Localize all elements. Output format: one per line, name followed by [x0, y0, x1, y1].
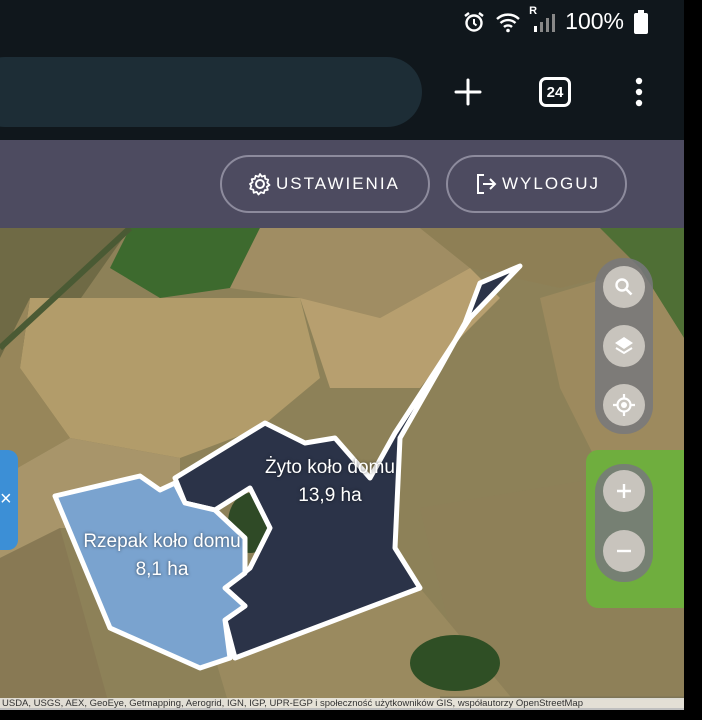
map-attribution: USDA, USGS, AEX, GeoEye, Getmapping, Aer…	[0, 698, 684, 710]
status-icons: R 100%	[463, 5, 648, 35]
close-icon: ×	[0, 488, 12, 510]
satellite-map[interactable]: Żyto koło domu 13,9 ha Rzepak koło domu …	[0, 228, 684, 708]
battery-icon	[634, 9, 648, 34]
settings-button[interactable]: USTAWIENIA	[220, 155, 430, 213]
battery-percentage: 100%	[565, 8, 624, 34]
zoom-in-button[interactable]	[603, 470, 645, 512]
zoom-in-icon	[617, 484, 631, 498]
locate-button[interactable]	[603, 384, 645, 426]
signal-icon: R	[529, 5, 556, 33]
field-area: 8,1 ha	[135, 559, 189, 580]
logout-label: WYLOGUJ	[502, 174, 601, 193]
screen-edge	[684, 0, 702, 720]
zoom-out-icon	[617, 549, 631, 553]
field-label-rzepak[interactable]: Rzepak koło domu 8,1 ha	[62, 528, 262, 584]
address-bar[interactable]	[0, 57, 422, 127]
menu-button[interactable]	[611, 64, 667, 120]
field-label-zyto[interactable]: Żyto koło domu 13,9 ha	[240, 454, 420, 510]
locate-icon	[613, 394, 635, 416]
gear-icon	[249, 173, 271, 196]
layers-icon	[615, 337, 633, 355]
search-button[interactable]	[603, 266, 645, 308]
search-icon	[615, 278, 633, 296]
new-tab-button[interactable]	[440, 64, 496, 120]
side-panel-toggle[interactable]: ×	[0, 450, 18, 550]
map-tools-group	[595, 258, 653, 434]
tabs-icon: 24	[539, 77, 571, 107]
alarm-icon	[463, 11, 485, 33]
add-tab-icon	[454, 78, 482, 106]
status-bar: R 100%	[0, 0, 684, 44]
field-area: 13,9 ha	[298, 485, 362, 506]
logout-icon	[477, 174, 497, 194]
layers-button[interactable]	[603, 325, 645, 367]
browser-toolbar: 24	[0, 44, 684, 140]
signal-badge: R	[529, 4, 538, 17]
logout-button[interactable]: WYLOGUJ	[446, 155, 627, 213]
settings-label: USTAWIENIA	[276, 174, 400, 193]
more-vert-icon	[635, 77, 643, 107]
zoom-group	[595, 464, 653, 582]
tab-switcher-button[interactable]: 24	[527, 64, 583, 120]
field-name: Rzepak koło domu	[83, 531, 241, 552]
app-header: USTAWIENIA WYLOGUJ	[0, 140, 684, 228]
field-name: Żyto koło domu	[265, 457, 395, 478]
zoom-out-button[interactable]	[603, 530, 645, 572]
bottom-strip	[0, 710, 702, 720]
wifi-icon	[495, 11, 521, 33]
